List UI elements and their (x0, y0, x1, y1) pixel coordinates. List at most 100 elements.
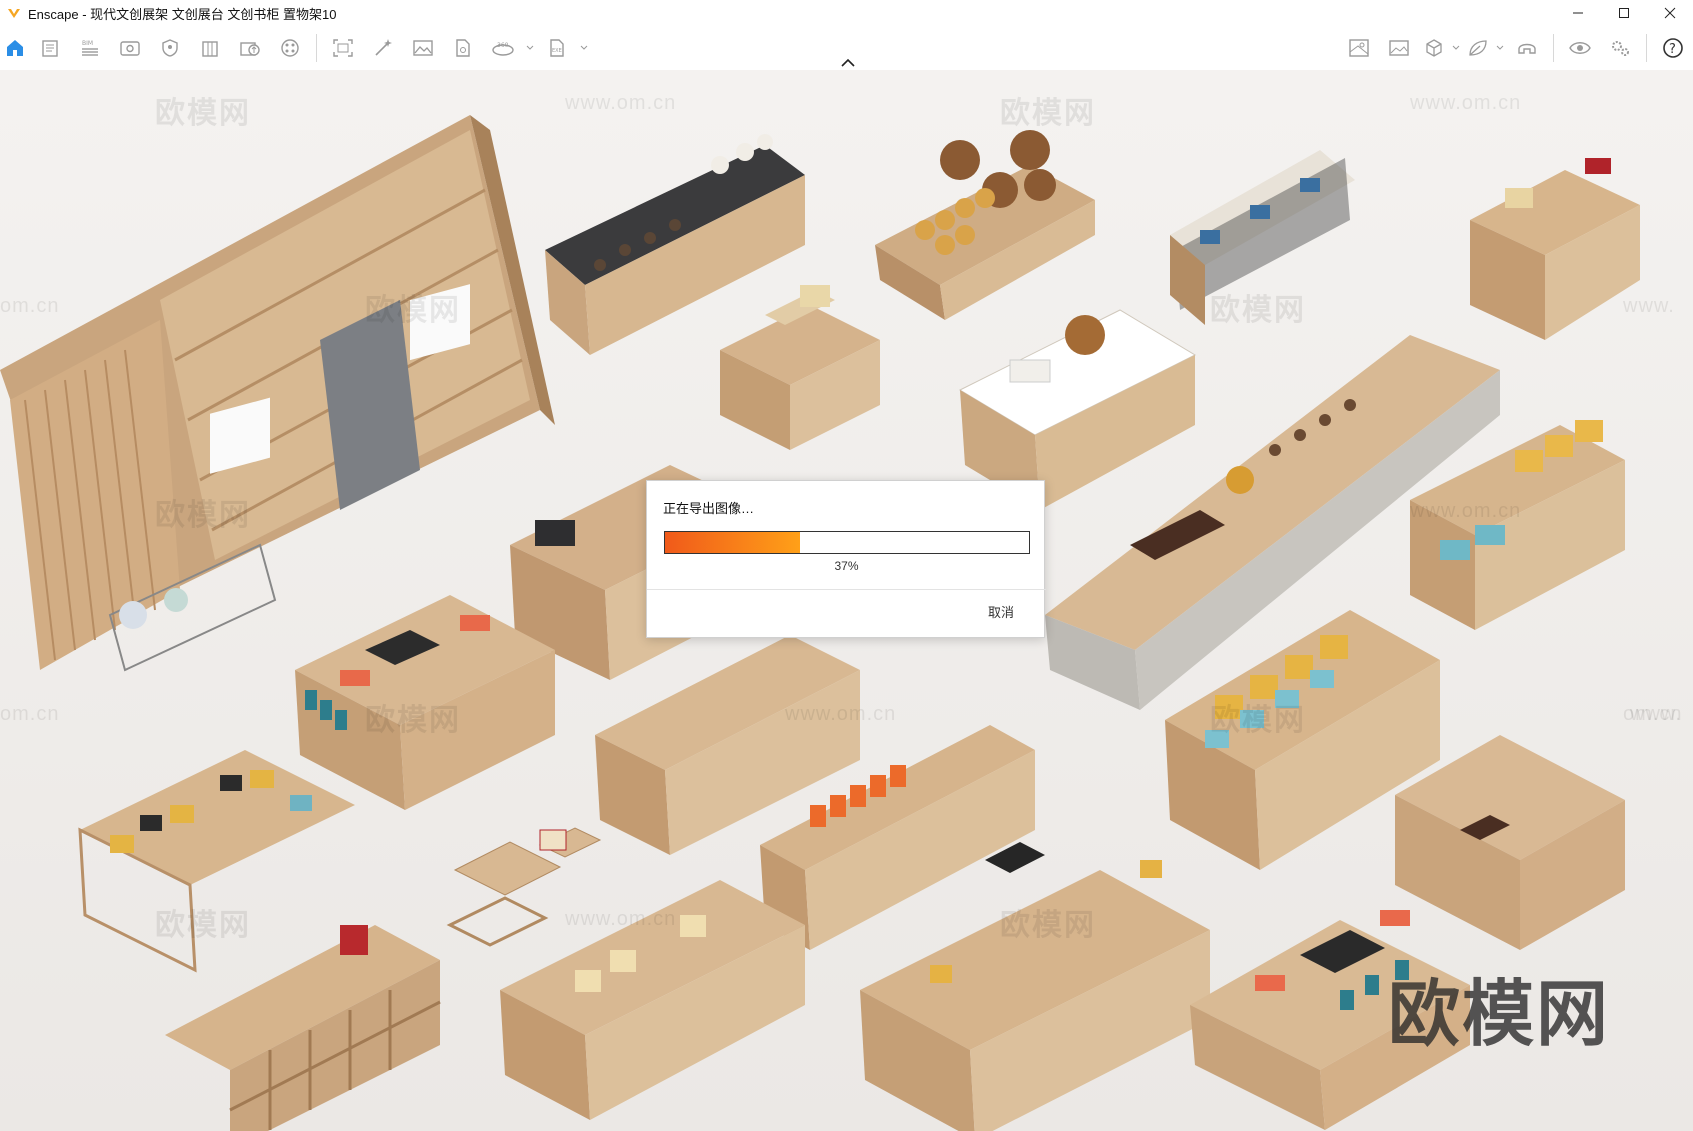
progress-fill (665, 532, 800, 553)
home-icon (7, 40, 23, 56)
export-progress-dialog: 正在导出图像… 37% 取消 (646, 480, 1046, 638)
watermark-text: www.om.cn (785, 703, 897, 725)
bim-icon: BIM (82, 40, 98, 56)
view-icon (120, 41, 140, 56)
close-icon (1664, 7, 1676, 19)
shield-icon (162, 39, 178, 57)
map-button[interactable] (1339, 28, 1379, 68)
file-button[interactable] (443, 28, 483, 68)
screenshot-icon (333, 39, 353, 57)
upload-button[interactable] (230, 28, 270, 68)
brand-watermark: 欧模网 (1388, 972, 1611, 1056)
magic-wand-button[interactable] (363, 28, 403, 68)
leaf-icon (1469, 40, 1487, 56)
watermark-text: 欧模网 (1000, 909, 1096, 942)
eye-button[interactable] (1560, 28, 1600, 68)
maximize-icon (1619, 8, 1629, 18)
watermark-text: om.cn (0, 295, 60, 317)
svg-text:BIM: BIM (82, 40, 93, 47)
svg-text:EXE: EXE (552, 48, 562, 54)
enscape-window: Enscape - 现代文创展架 文创展台 文创书柜 置物架10 BIM 360… (0, 0, 1693, 1131)
chevron-down-icon (526, 45, 534, 50)
watermark-text: www.om.cn (565, 92, 677, 114)
palette-icon (281, 39, 299, 57)
upload-icon (240, 42, 260, 56)
dialog-title: 正在导出图像… (663, 501, 755, 516)
dialog-divider (647, 589, 1046, 590)
watermark-text: 欧模网 (155, 97, 251, 130)
leaf-dropdown[interactable] (1493, 28, 1507, 68)
export-icon: EXE (550, 39, 564, 57)
collapse-toolbar-button[interactable] (838, 55, 858, 69)
watermark-text: www. (1630, 703, 1682, 725)
watermark-text: 欧模网 (155, 499, 251, 532)
leaf-button[interactable] (1463, 28, 1493, 68)
panorama-dropdown[interactable] (523, 28, 537, 68)
cube-icon (1426, 39, 1442, 57)
cancel-button[interactable]: 取消 (988, 602, 1014, 621)
window-title: Enscape - 现代文创展架 文创展台 文创书柜 置物架10 (28, 6, 337, 22)
panorama-button[interactable]: 360 (483, 28, 523, 68)
document-icon (42, 40, 58, 57)
watermark-text: www.om.cn (1410, 500, 1522, 522)
image-icon (413, 40, 433, 56)
watermark-text: 欧模网 (155, 909, 251, 942)
image-button[interactable] (403, 28, 443, 68)
export-button[interactable]: EXE (537, 28, 577, 68)
watermark-text: om.cn (0, 703, 60, 725)
export-progress-bar (664, 531, 1030, 554)
document-button[interactable] (30, 28, 70, 68)
magic-wand-icon (375, 39, 392, 56)
file-icon (456, 39, 470, 57)
watermark-text: 欧模网 (365, 294, 461, 327)
landscape-button[interactable] (1379, 28, 1419, 68)
building-icon (202, 41, 218, 57)
chevron-down-icon (1452, 45, 1460, 50)
cube-dropdown[interactable] (1449, 28, 1463, 68)
title-bar: Enscape - 现代文创展架 文创展台 文创书柜 置物架10 (0, 0, 1693, 26)
settings-button[interactable] (1600, 28, 1640, 68)
svg-text:360: 360 (497, 42, 509, 49)
enscape-logo-icon (6, 5, 22, 21)
eye-icon (1569, 42, 1591, 54)
chevron-up-icon (841, 58, 855, 67)
watermark-text: www. (1623, 295, 1675, 317)
headset-button[interactable] (1507, 28, 1547, 68)
watermark-text: 欧模网 (1000, 97, 1096, 130)
export-dropdown[interactable] (577, 28, 591, 68)
toolbar-right: ? (1339, 26, 1693, 70)
watermark-text: www.om.cn (1410, 92, 1522, 114)
chevron-down-icon (1496, 45, 1504, 50)
shield-button[interactable] (150, 28, 190, 68)
minimize-button[interactable] (1555, 0, 1601, 26)
window-controls (1555, 0, 1693, 26)
screenshot-button[interactable] (323, 28, 363, 68)
svg-text:?: ? (1669, 42, 1676, 57)
chevron-down-icon (580, 45, 588, 50)
close-button[interactable] (1647, 0, 1693, 26)
toolbar-separator (316, 34, 317, 62)
minimize-icon (1573, 12, 1583, 14)
toolbar-separator (1646, 34, 1647, 62)
map-icon (1349, 39, 1369, 57)
panorama-360-icon: 360 (492, 42, 514, 56)
watermark-text: 欧模网 (1210, 294, 1306, 327)
building-button[interactable] (190, 28, 230, 68)
maximize-button[interactable] (1601, 0, 1647, 26)
toolbar-left: BIM 360 EXE (0, 26, 591, 70)
settings-icon (1612, 41, 1629, 56)
headset-icon (1518, 43, 1536, 54)
cube-button[interactable] (1419, 28, 1449, 68)
progress-percentage: 37% (834, 559, 859, 573)
toolbar-separator (1553, 34, 1554, 62)
palette-button[interactable] (270, 28, 310, 68)
landscape-icon (1389, 40, 1409, 56)
help-icon: ? (1663, 38, 1683, 58)
view-button[interactable] (110, 28, 150, 68)
watermark-text: 欧模网 (365, 704, 461, 737)
home-button[interactable] (0, 28, 30, 68)
watermark-text: www.om.cn (565, 908, 677, 930)
bim-button[interactable]: BIM (70, 28, 110, 68)
help-button[interactable]: ? (1653, 28, 1693, 68)
watermark-text: 欧模网 (1210, 704, 1306, 737)
